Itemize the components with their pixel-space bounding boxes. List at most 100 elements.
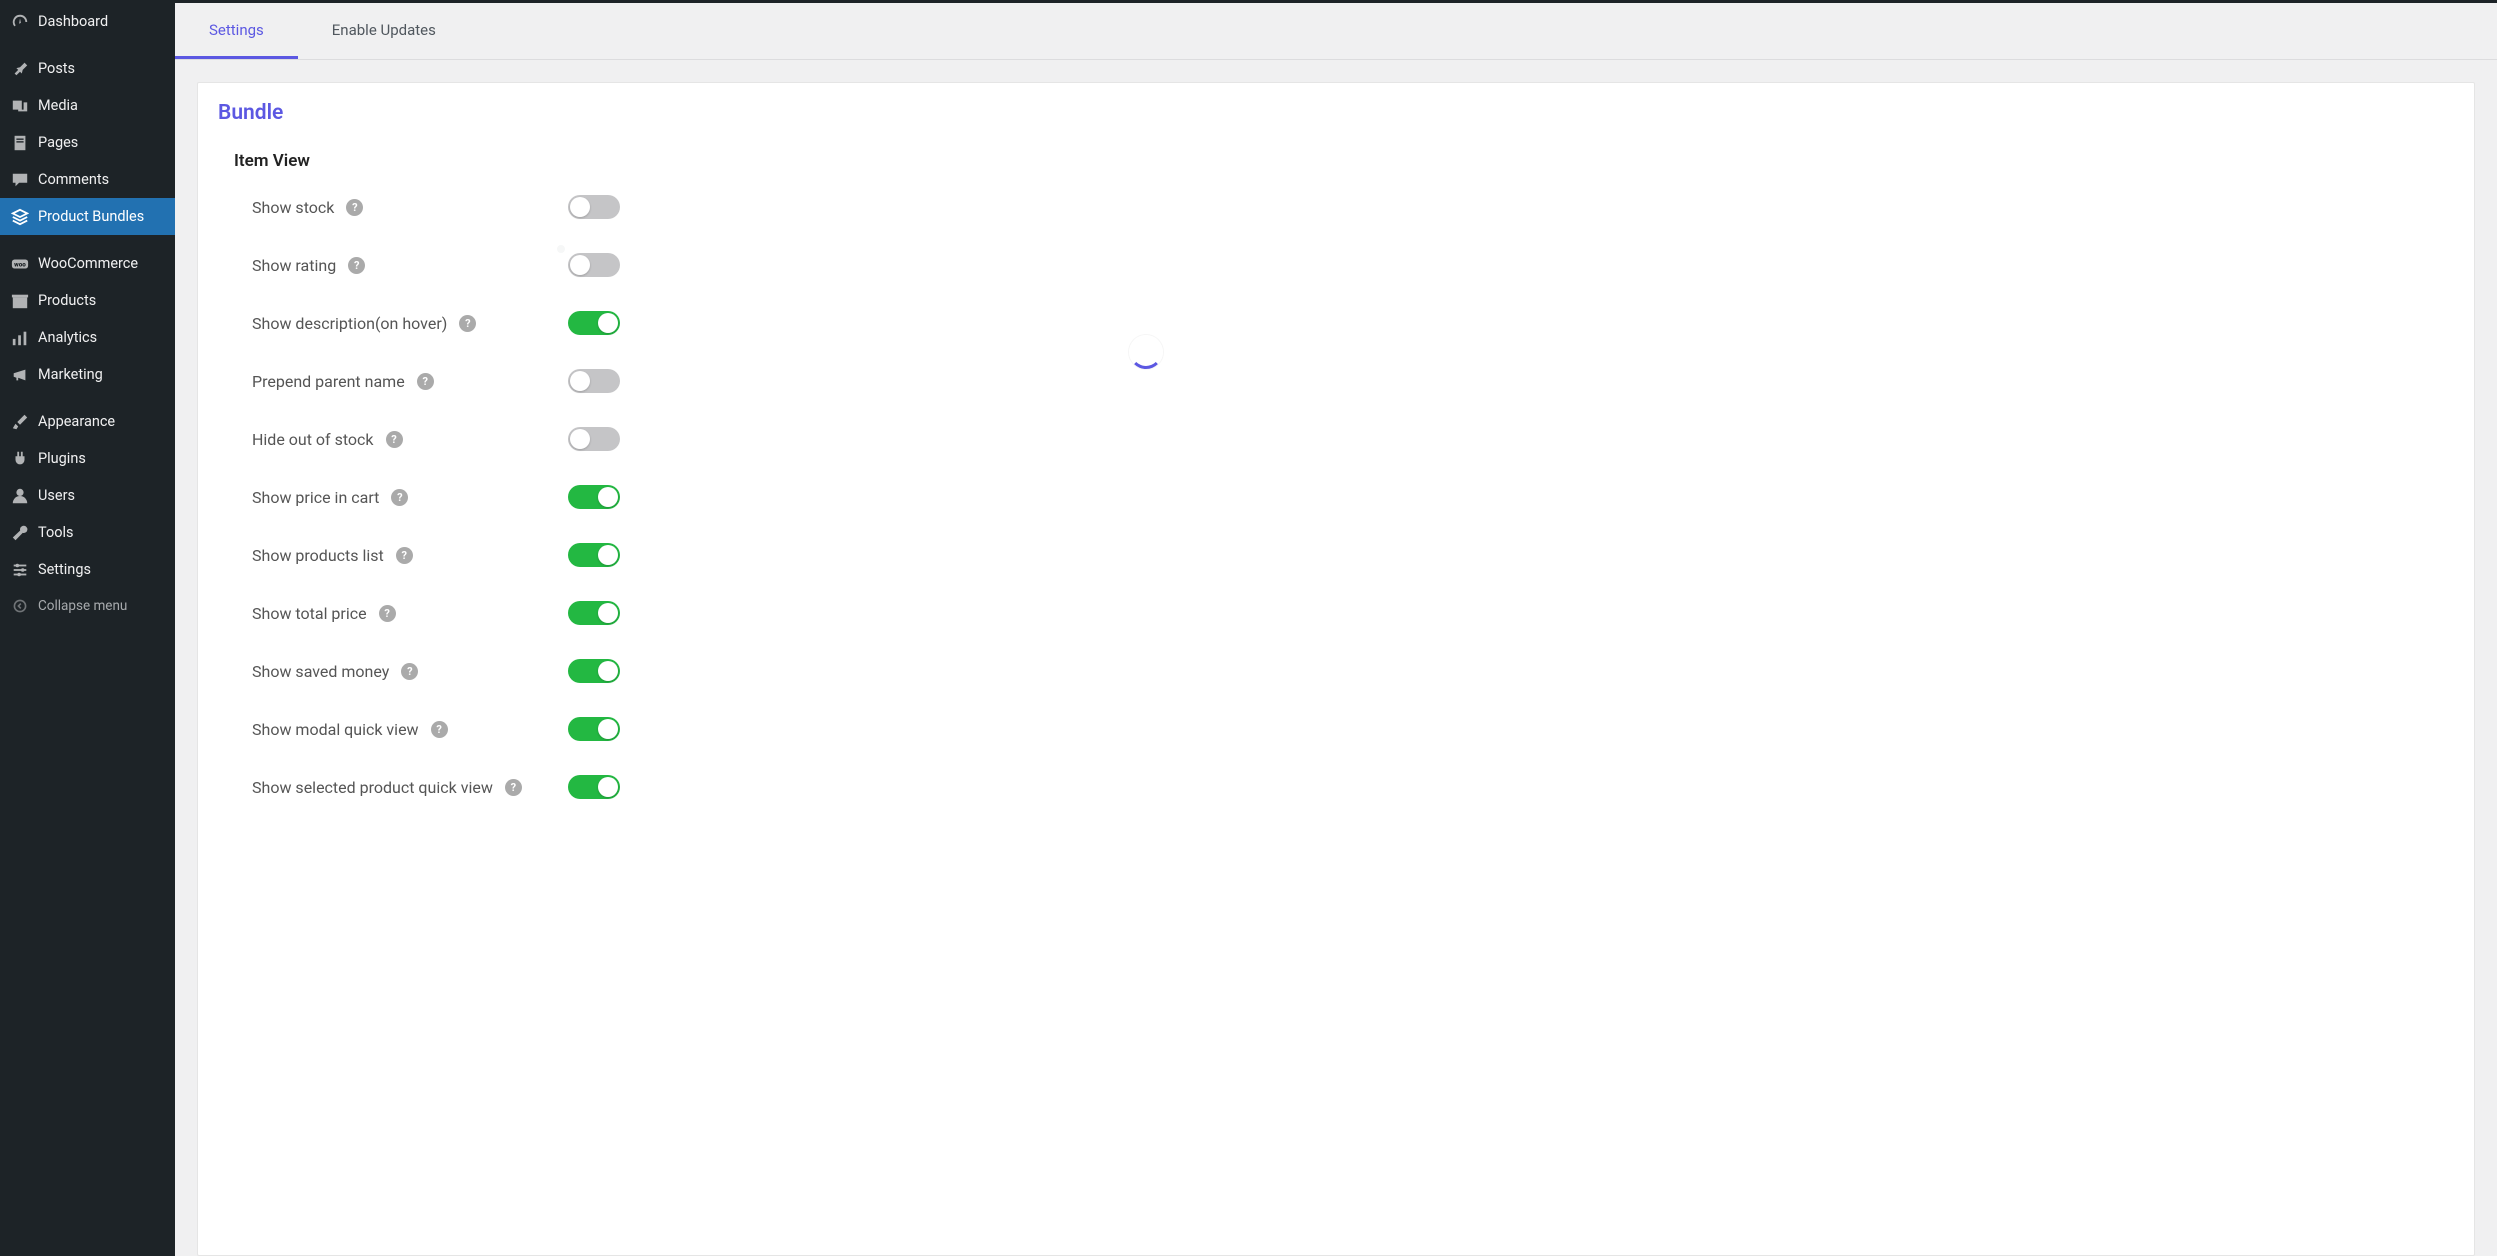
setting-row-prepend_parent_name: Prepend parent name? [252,369,2454,393]
toggle-knob [598,661,618,681]
sidebar-item-appearance[interactable]: Appearance [0,403,175,440]
sidebar-item-label: Analytics [38,329,97,346]
setting-label-text: Show rating [252,256,336,275]
help-icon[interactable]: ? [348,257,365,274]
loading-spinner-icon [1129,335,1163,369]
setting-label: Show rating? [252,256,568,275]
sidebar-item-products[interactable]: Products [0,282,175,319]
section-title: Bundle [218,101,2454,125]
sidebar-item-analytics[interactable]: Analytics [0,319,175,356]
settings-panel: Bundle Item View Show stock?Show rating?… [197,82,2475,1256]
help-icon[interactable]: ? [346,199,363,216]
help-icon[interactable]: ? [417,373,434,390]
setting-label-text: Show modal quick view [252,720,419,739]
setting-label-text: Show price in cart [252,488,379,507]
sidebar-item-label: Media [38,97,78,114]
toggle-knob [570,255,590,275]
woo-icon [10,254,30,274]
toggle-show_saved_money[interactable] [568,659,620,683]
help-icon[interactable]: ? [386,431,403,448]
setting-label: Show price in cart? [252,488,568,507]
brush-icon [10,412,30,432]
help-icon[interactable]: ? [396,547,413,564]
sidebar-separator [0,40,175,50]
help-icon[interactable]: ? [431,721,448,738]
tab-label: Enable Updates [332,21,436,39]
setting-label: Show selected product quick view? [252,778,568,797]
sidebar-item-label: Tools [38,524,74,541]
toggle-knob [598,777,618,797]
toggle-prepend_parent_name[interactable] [568,369,620,393]
help-icon[interactable]: ? [401,663,418,680]
user-icon [10,486,30,506]
toggle-hide_out_of_stock[interactable] [568,427,620,451]
sidebar-item-label: Plugins [38,450,86,467]
setting-label-text: Show total price [252,604,367,623]
toggle-knob [598,603,618,623]
toggle-show_modal_quick_view[interactable] [568,717,620,741]
sliders-icon [10,560,30,580]
setting-label: Show products list? [252,546,568,565]
toggle-knob [598,545,618,565]
sidebar-item-tools[interactable]: Tools [0,514,175,551]
help-icon[interactable]: ? [459,315,476,332]
sidebar-item-label: Dashboard [38,13,108,30]
toggle-show_price_in_cart[interactable] [568,485,620,509]
sidebar-item-woocommerce[interactable]: WooCommerce [0,245,175,282]
tab-settings[interactable]: Settings [175,3,298,59]
help-icon[interactable]: ? [379,605,396,622]
sidebar-item-media[interactable]: Media [0,87,175,124]
sidebar-item-dashboard[interactable]: Dashboard [0,3,175,40]
setting-row-show_stock: Show stock? [252,195,2454,219]
toggle-show_products_list[interactable] [568,543,620,567]
setting-row-show_rating: Show rating? [252,253,2454,277]
setting-label: Hide out of stock? [252,430,568,449]
toggle-show_total_price[interactable] [568,601,620,625]
sidebar-item-product-bundles[interactable]: Product Bundles [0,198,175,235]
sidebar-item-settings[interactable]: Settings [0,551,175,588]
toggle-knob [570,197,590,217]
sidebar-item-label: WooCommerce [38,255,138,272]
toggle-show_stock[interactable] [568,195,620,219]
sidebar-item-plugins[interactable]: Plugins [0,440,175,477]
setting-row-show_modal_quick_view: Show modal quick view? [252,717,2454,741]
tab-enable-updates[interactable]: Enable Updates [298,3,470,59]
setting-label-text: Show products list [252,546,384,565]
sidebar-item-label: Product Bundles [38,208,144,225]
help-icon[interactable]: ? [391,489,408,506]
tab-label: Settings [209,21,264,39]
wrench-icon [10,523,30,543]
tabbar: Settings Enable Updates [175,3,2497,60]
sidebar-item-comments[interactable]: Comments [0,161,175,198]
sidebar-item-label: Comments [38,171,109,188]
plug-icon [10,449,30,469]
setting-label: Show total price? [252,604,568,623]
megaphone-icon [10,365,30,385]
collapse-menu-label: Collapse menu [38,598,127,614]
comment-icon [10,170,30,190]
setting-label-text: Show description(on hover) [252,314,447,333]
sidebar-item-marketing[interactable]: Marketing [0,356,175,393]
setting-row-show_description_hover: Show description(on hover)? [252,311,2454,335]
sidebar-item-label: Products [38,292,96,309]
sidebar-item-users[interactable]: Users [0,477,175,514]
sidebar-item-label: Pages [38,134,78,151]
archive-icon [10,291,30,311]
toggle-show_selected_product_quick_view[interactable] [568,775,620,799]
toggle-show_description_hover[interactable] [568,311,620,335]
setting-label: Show saved money? [252,662,568,681]
sidebar-item-pages[interactable]: Pages [0,124,175,161]
main-content: SettingsEnable Updates Bundle Item View … [175,3,2497,1256]
sidebar-item-label: Users [38,487,75,504]
sidebar-separator [0,393,175,403]
toggle-knob [598,719,618,739]
page-icon [10,133,30,153]
sidebar-item-label: Settings [38,561,91,578]
sidebar-item-posts[interactable]: Posts [0,50,175,87]
toggle-show_rating[interactable] [568,253,620,277]
setting-label-text: Hide out of stock [252,430,374,449]
setting-label-text: Prepend parent name [252,372,405,391]
collapse-menu-button[interactable]: Collapse menu [0,588,175,624]
help-icon[interactable]: ? [505,779,522,796]
highlight-dot [557,245,565,253]
